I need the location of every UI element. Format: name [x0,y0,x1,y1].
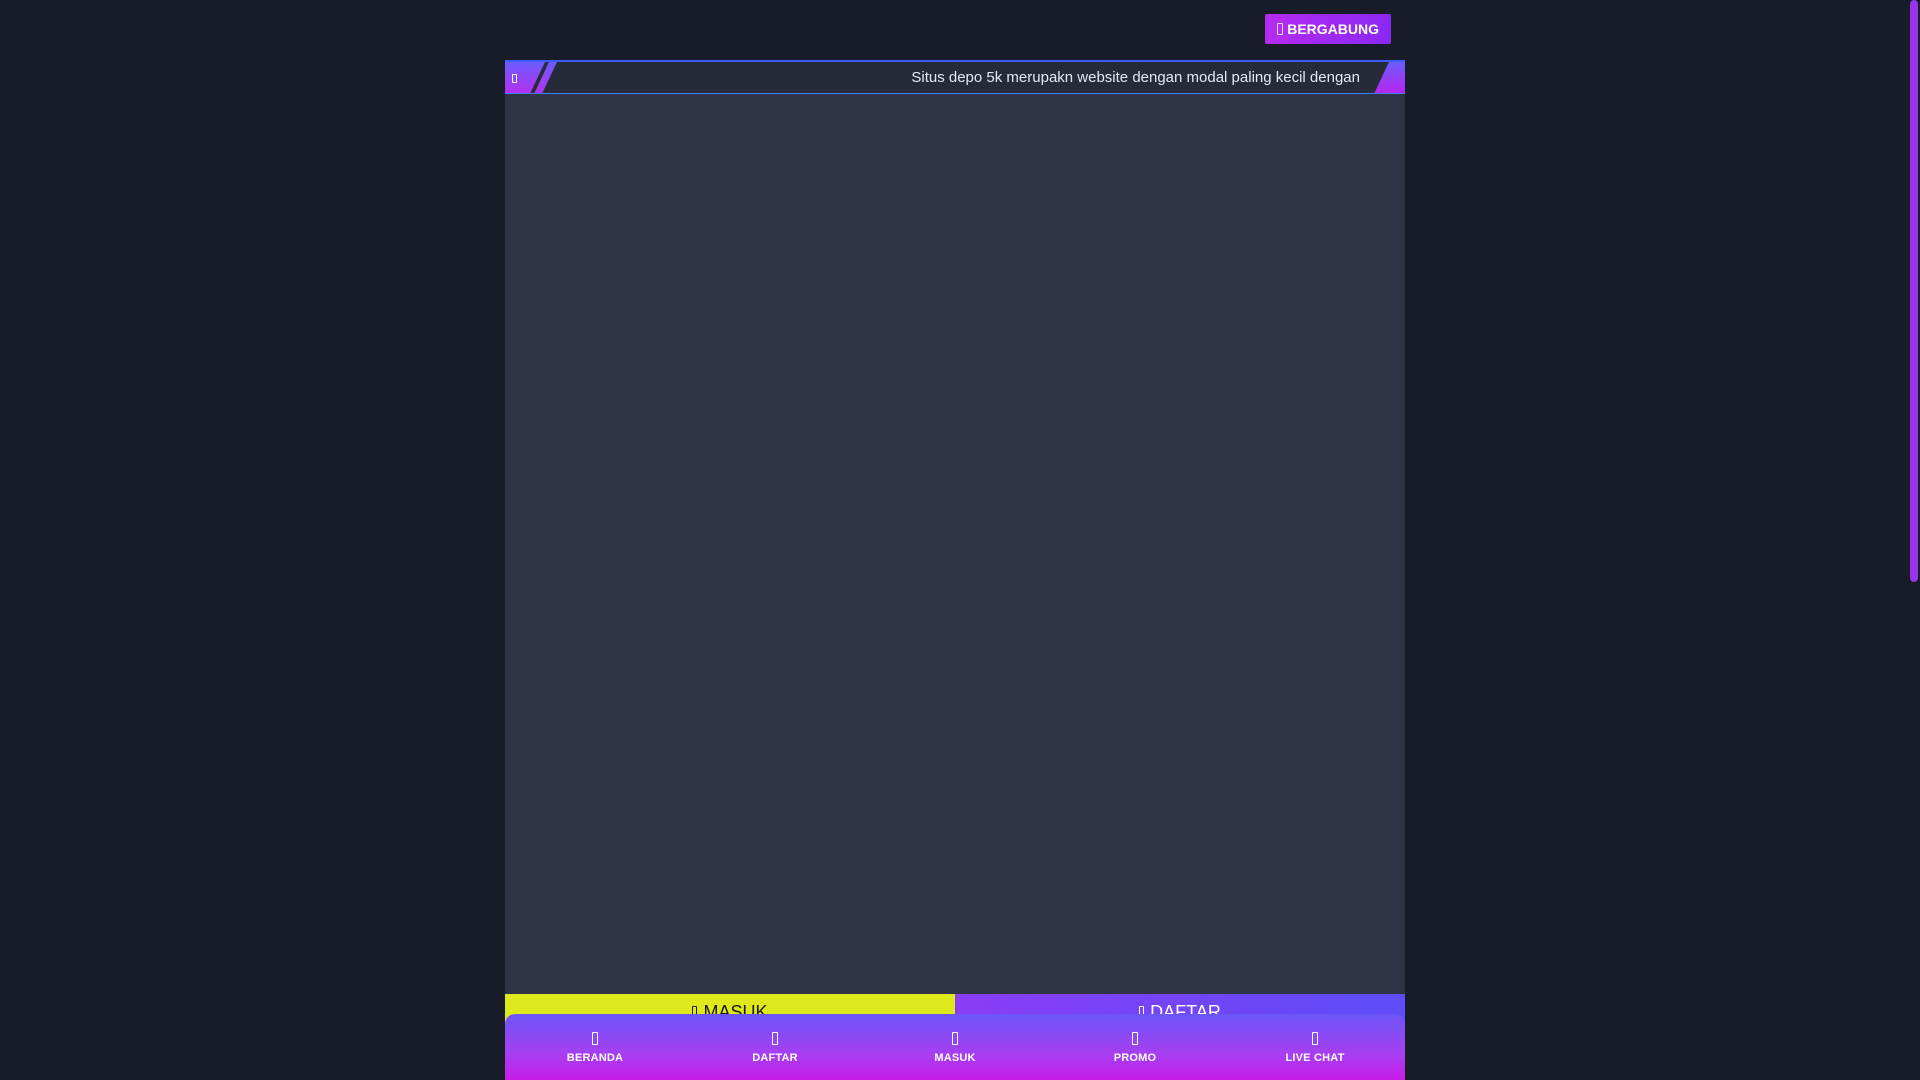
nav-item-masuk[interactable]: MASUK [865,1014,1045,1080]
join-button-label: BERGABUNG [1287,21,1379,37]
page-container: BERGABUNG Situs depo 5k merupakn website… [505,0,1405,1080]
nav-item-label: PROMO [1113,1052,1157,1064]
chat-icon [1312,1032,1318,1045]
ticker-right-decoration [1374,62,1405,93]
nav-item-label: BERANDA [566,1052,624,1064]
nav-item-label: MASUK [934,1052,976,1064]
home-icon [592,1032,598,1045]
join-button[interactable]: BERGABUNG [1265,14,1391,44]
nav-item-promo[interactable]: PROMO [1045,1014,1225,1080]
announcement-ticker: Situs depo 5k merupakn website dengan mo… [505,60,1405,94]
login-icon [952,1032,958,1045]
nav-item-live-chat[interactable]: LIVE CHAT [1225,1014,1405,1080]
user-add-icon [772,1032,778,1045]
nav-item-label: DAFTAR [752,1052,798,1064]
nav-item-beranda[interactable]: BERANDA [505,1014,685,1080]
gift-icon [1132,1032,1138,1045]
nav-item-daftar[interactable]: DAFTAR [685,1014,865,1080]
scrollbar-thumb[interactable] [1910,0,1918,582]
main-banner [505,94,1405,994]
header: BERGABUNG [505,0,1405,58]
ticker-text: Situs depo 5k merupakn website dengan mo… [911,69,1360,86]
nav-item-label: LIVE CHAT [1285,1052,1345,1064]
speaker-icon [512,74,517,83]
page-scrollbar[interactable] [1908,0,1920,1080]
user-plus-icon [1277,23,1284,35]
bottom-navigation: BERANDA DAFTAR MASUK PROMO LIVE CHAT [505,1014,1405,1080]
